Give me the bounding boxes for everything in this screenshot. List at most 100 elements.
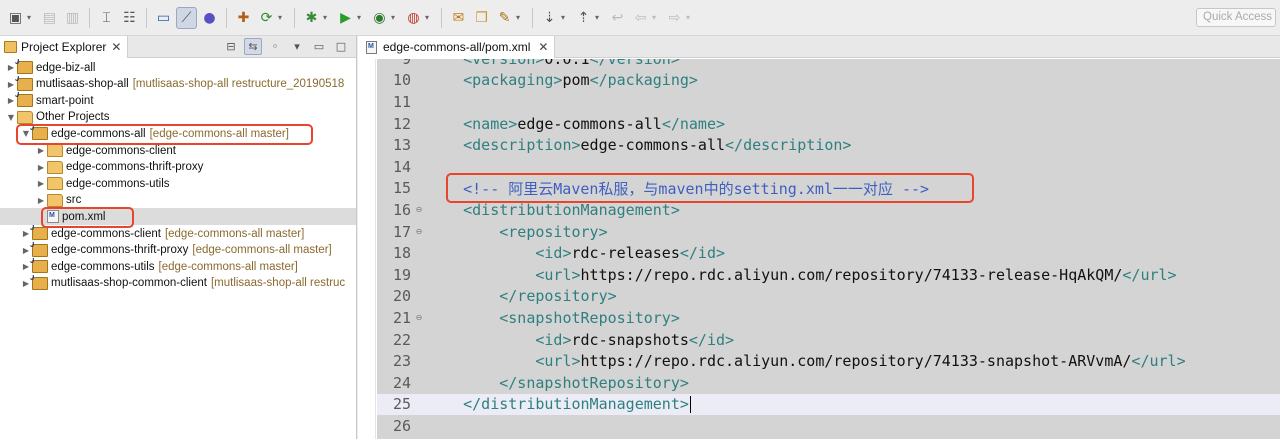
console-icon[interactable]: ▭ bbox=[153, 7, 174, 29]
view-menu-icon[interactable]: ▾ bbox=[288, 38, 306, 55]
collapsed-chevron-icon[interactable]: ▶ bbox=[36, 146, 46, 155]
next-annotation-dropdown-icon[interactable]: ▾ bbox=[561, 13, 569, 22]
fold-toggle-icon[interactable]: ⊖ bbox=[411, 313, 427, 322]
xml-tag: </description> bbox=[725, 136, 852, 155]
run-icon[interactable]: ▶ bbox=[335, 7, 356, 29]
tree-item-label: edge-commons-thrift-proxy bbox=[66, 161, 204, 174]
terminal-icon[interactable]: ☷ bbox=[119, 7, 140, 29]
prev-annotation-icon[interactable]: ⇡ bbox=[573, 7, 594, 29]
code-line[interactable]: 20 </repository> bbox=[377, 286, 1280, 308]
forward-icon[interactable]: ⇨ bbox=[664, 7, 685, 29]
save-all-icon[interactable]: ▥ bbox=[62, 7, 83, 29]
new-icon[interactable]: ▣ bbox=[5, 7, 26, 29]
tree-item[interactable]: ▶ edge-commons-utils bbox=[0, 175, 356, 192]
maximize-icon[interactable]: □ bbox=[332, 38, 350, 55]
collapsed-chevron-icon[interactable]: ▶ bbox=[36, 179, 46, 188]
code-line[interactable]: 24 </snapshotRepository> bbox=[377, 372, 1280, 394]
code-line[interactable]: 11 bbox=[377, 91, 1280, 113]
tree-item[interactable]: ▶edge-biz-all bbox=[0, 59, 356, 76]
servers-dropdown-icon[interactable]: ▾ bbox=[425, 13, 433, 22]
external-dropdown-icon[interactable]: ▾ bbox=[391, 13, 399, 22]
tree-item-label: edge-commons-client bbox=[51, 227, 161, 240]
line-number: 26 bbox=[392, 416, 411, 435]
next-annotation-icon[interactable]: ⇣ bbox=[539, 7, 560, 29]
code-line[interactable]: 22 <id>rdc-snapshots</id> bbox=[377, 329, 1280, 351]
code-content: </snapshotRepository> bbox=[427, 374, 689, 392]
fold-toggle-icon[interactable]: ⊖ bbox=[411, 205, 427, 214]
code-editor[interactable]: 9 <version>0.0.1</version>10 <packaging>… bbox=[377, 59, 1280, 439]
code-line[interactable]: 12 <name>edge-commons-all</name> bbox=[377, 113, 1280, 135]
folder-icon bbox=[17, 110, 33, 124]
globe-icon[interactable]: ● bbox=[199, 7, 220, 29]
debug-view-icon[interactable]: ⌶ bbox=[96, 7, 117, 29]
tree-item[interactable]: ▶smart-point bbox=[0, 92, 356, 109]
expanded-chevron-icon[interactable]: ▼ bbox=[6, 113, 16, 122]
tree-item[interactable]: ▶mutlisaas-shop-common-client[mutlisaas-… bbox=[0, 275, 356, 292]
toolbar-separator bbox=[226, 7, 227, 28]
toolbar-separator bbox=[89, 7, 90, 28]
new-dropdown-icon[interactable]: ▾ bbox=[27, 13, 35, 22]
tools-dropdown-icon[interactable]: ▾ bbox=[516, 13, 524, 22]
debug-dropdown-icon[interactable]: ▾ bbox=[323, 13, 331, 22]
code-line[interactable]: 17 ⊖ <repository> bbox=[377, 221, 1280, 243]
git-branch-decoration: [edge-commons-all master] bbox=[158, 260, 298, 273]
last-edit-icon[interactable]: ↩ bbox=[607, 7, 628, 29]
fold-toggle-icon[interactable]: ⊖ bbox=[411, 227, 427, 236]
close-icon[interactable]: ✕ bbox=[538, 40, 548, 54]
code-content: <url>https://repo.rdc.aliyun.com/reposit… bbox=[427, 352, 1186, 371]
save-icon[interactable]: ▤ bbox=[39, 7, 60, 29]
code-line[interactable]: 19 <url>https://repo.rdc.aliyun.com/repo… bbox=[377, 264, 1280, 286]
bug-icon[interactable]: ✱ bbox=[301, 7, 322, 29]
code-content: <snapshotRepository> bbox=[427, 309, 680, 327]
folder-icon bbox=[47, 177, 63, 191]
tab-project-explorer[interactable]: Project Explorer ✕ bbox=[0, 36, 129, 58]
code-line[interactable]: 25 </distributionManagement> bbox=[377, 393, 1280, 416]
quick-access-input[interactable]: Quick Access bbox=[1196, 8, 1276, 27]
text-caret bbox=[689, 396, 691, 414]
package-icon[interactable]: ✚ bbox=[233, 7, 254, 29]
xml-tag: </url> bbox=[1131, 352, 1186, 371]
refresh-dropdown-icon[interactable]: ▾ bbox=[278, 13, 286, 22]
minimize-icon[interactable]: ▭ bbox=[310, 38, 328, 55]
run-external-icon[interactable]: ◉ bbox=[369, 7, 390, 29]
xml-tag: <description> bbox=[463, 136, 581, 155]
link-with-editor-icon[interactable]: ⇆ bbox=[244, 38, 262, 55]
code-line[interactable]: 13 <description>edge-commons-all</descri… bbox=[377, 134, 1280, 156]
forward-dropdown-icon[interactable]: ▾ bbox=[686, 13, 694, 22]
open-type-icon[interactable]: ✉ bbox=[448, 7, 469, 29]
maven-file-icon bbox=[366, 40, 377, 54]
code-line[interactable]: 26 bbox=[377, 415, 1280, 437]
tree-item[interactable]: ▶edge-commons-thrift-proxy[edge-commons-… bbox=[0, 242, 356, 259]
tree-item[interactable]: ▶edge-commons-utils[edge-commons-all mas… bbox=[0, 258, 356, 275]
view-filter-icon[interactable]: ⚬ bbox=[266, 38, 284, 55]
tree-item[interactable]: ▶mutlisaas-shop-all[mutlisaas-shop-all r… bbox=[0, 76, 356, 93]
close-icon[interactable]: ✕ bbox=[111, 40, 121, 54]
code-line[interactable]: 23 <url>https://repo.rdc.aliyun.com/repo… bbox=[377, 350, 1280, 372]
tab-pom-xml[interactable]: edge-commons-all/pom.xml ✕ bbox=[358, 36, 556, 58]
code-content: <id>rdc-snapshots</id> bbox=[427, 331, 734, 349]
git-branch-decoration: [edge-commons-all master] bbox=[192, 244, 332, 257]
back-dropdown-icon[interactable]: ▾ bbox=[652, 13, 660, 22]
highlight-edge-commons-all bbox=[16, 124, 313, 145]
tree-item[interactable]: ▶ edge-commons-thrift-proxy bbox=[0, 159, 356, 176]
code-line[interactable]: 18 <id>rdc-releases</id> bbox=[377, 242, 1280, 264]
tools-icon[interactable]: ✎ bbox=[494, 7, 515, 29]
collapsed-chevron-icon[interactable]: ▶ bbox=[36, 163, 46, 172]
code-line[interactable]: 21 ⊖ <snapshotRepository> bbox=[377, 307, 1280, 329]
prev-annotation-dropdown-icon[interactable]: ▾ bbox=[595, 13, 603, 22]
line-number: 13 bbox=[392, 136, 411, 155]
back-icon[interactable]: ⇦ bbox=[630, 7, 651, 29]
project-icon bbox=[30, 242, 48, 257]
refresh-icon[interactable]: ⟳ bbox=[256, 7, 277, 29]
run-dropdown-icon[interactable]: ▾ bbox=[357, 13, 365, 22]
code-line[interactable]: 9 <version>0.0.1</version> bbox=[377, 59, 1280, 70]
collapse-all-icon[interactable]: ⊟ bbox=[222, 38, 240, 55]
collapsed-chevron-icon[interactable]: ▶ bbox=[36, 196, 46, 205]
code-line[interactable]: 10 <packaging>pom</packaging> bbox=[377, 70, 1280, 92]
servers-icon[interactable]: ◍ bbox=[403, 7, 424, 29]
open-folder-icon[interactable]: ❐ bbox=[471, 7, 492, 29]
link-icon[interactable]: ⟋ bbox=[176, 6, 197, 29]
